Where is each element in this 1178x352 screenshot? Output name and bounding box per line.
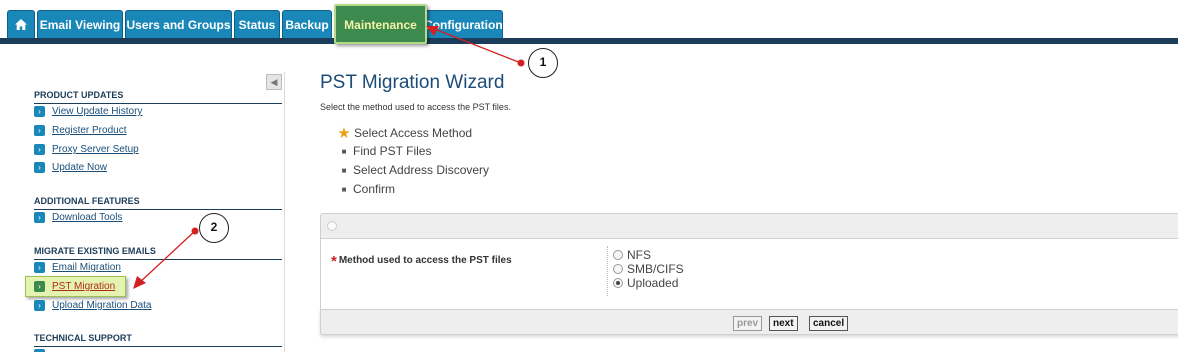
radio-button[interactable] xyxy=(613,264,623,274)
option-label: SMB/CIFS xyxy=(627,262,684,276)
required-marker: * xyxy=(331,253,337,270)
tab-maintenance[interactable]: Maintenance xyxy=(334,4,427,44)
sidebar-item-partial[interactable]: › xyxy=(34,347,52,352)
section-title-technical-support: TECHNICAL SUPPORT xyxy=(34,333,282,347)
radio-button[interactable] xyxy=(613,250,623,260)
sidebar-item-download-tools[interactable]: › Download Tools xyxy=(34,210,122,225)
wizard-step-current: ★ Select Access Method xyxy=(337,124,472,142)
prev-button[interactable]: prev xyxy=(733,316,763,331)
tab-configuration[interactable]: Configuration xyxy=(423,10,503,38)
arrow-bullet-icon: › xyxy=(34,212,45,223)
option-smb-cifs[interactable]: SMB/CIFS xyxy=(613,262,684,276)
sidebar-item-label: PST Migration xyxy=(52,281,116,292)
sidebar: ◀ PRODUCT UPDATES › View Update History … xyxy=(25,74,284,352)
arrow-bullet-icon: › xyxy=(34,144,45,155)
sidebar-item-label: Proxy Server Setup xyxy=(52,144,139,155)
arrow-bullet-icon: › xyxy=(34,300,45,311)
sidebar-item-label: Upload Migration Data xyxy=(52,300,152,311)
wizard-button-bar: prev next cancel xyxy=(320,309,1178,335)
sidebar-item-view-update-history[interactable]: › View Update History xyxy=(34,104,142,119)
arrow-bullet-icon: › xyxy=(34,281,45,292)
arrow-bullet-icon: › xyxy=(34,262,45,273)
options-divider xyxy=(607,246,608,296)
radio-button-selected[interactable] xyxy=(613,278,623,288)
nav-divider xyxy=(0,38,1178,44)
option-label: Uploaded xyxy=(627,276,679,290)
annotation-callout-2: 2 xyxy=(199,213,229,243)
option-label: NFS xyxy=(627,248,651,262)
cancel-button[interactable]: cancel xyxy=(809,316,849,331)
wizard-step: ■ Confirm xyxy=(337,182,395,196)
bullet-icon: ■ xyxy=(341,146,347,156)
tab-home[interactable] xyxy=(7,10,35,38)
sidebar-item-label: Download Tools xyxy=(52,212,123,223)
sidebar-item-update-now[interactable]: › Update Now xyxy=(34,160,107,175)
wizard-step: ■ Select Address Discovery xyxy=(337,163,489,177)
wizard-step-label: Select Access Method xyxy=(354,126,473,140)
wizard-step-label: Select Address Discovery xyxy=(353,163,490,177)
tab-status[interactable]: Status xyxy=(234,10,280,38)
method-form: * Method used to access the PST files NFS… xyxy=(320,239,1178,309)
section-title-additional-features: ADDITIONAL FEATURES xyxy=(34,196,282,210)
bullet-icon: ■ xyxy=(341,165,347,175)
sidebar-item-label: Register Product xyxy=(52,125,127,136)
page-subtitle: Select the method used to access the PST… xyxy=(320,102,511,112)
sidebar-item-proxy-server-setup[interactable]: › Proxy Server Setup xyxy=(34,142,139,157)
method-label-text: Method used to access the PST files xyxy=(338,255,512,266)
arrow-bullet-icon: › xyxy=(34,162,45,173)
wizard-step-label: Find PST Files xyxy=(353,144,432,158)
option-nfs[interactable]: NFS xyxy=(613,248,651,262)
option-uploaded[interactable]: Uploaded xyxy=(613,276,678,290)
wizard-panel-header xyxy=(320,213,1178,239)
collapse-left-icon[interactable]: ◀ xyxy=(266,74,282,90)
sidebar-divider xyxy=(284,72,285,352)
annotation-callout-1: 1 xyxy=(528,48,558,78)
tab-email-viewing[interactable]: Email Viewing xyxy=(37,10,123,38)
next-button[interactable]: next xyxy=(769,316,798,331)
method-field-label: * Method used to access the PST files xyxy=(331,250,512,270)
sidebar-item-label: Update Now xyxy=(52,162,108,173)
tab-backup[interactable]: Backup xyxy=(282,10,332,38)
home-icon xyxy=(15,19,27,30)
page-title: PST Migration Wizard xyxy=(320,72,505,93)
sidebar-item-register-product[interactable]: › Register Product xyxy=(34,123,126,138)
sidebar-item-label: View Update History xyxy=(52,106,143,117)
section-title-migrate-existing-emails: MIGRATE EXISTING EMAILS xyxy=(34,246,282,260)
star-icon: ★ xyxy=(337,125,351,142)
wizard-step: ■ Find PST Files xyxy=(337,144,432,158)
sidebar-item-upload-migration-data[interactable]: › Upload Migration Data xyxy=(34,298,152,313)
arrow-bullet-icon: › xyxy=(34,125,45,136)
sidebar-item-label: Email Migration xyxy=(52,262,121,273)
top-nav: Email Viewing Users and Groups Status Ba… xyxy=(0,0,1178,44)
bullet-icon: ■ xyxy=(341,184,347,194)
sidebar-item-pst-migration[interactable]: › PST Migration xyxy=(25,276,127,297)
wizard-step-label: Confirm xyxy=(353,182,396,196)
panel-radio-icon xyxy=(327,221,337,231)
sidebar-item-email-migration[interactable]: › Email Migration xyxy=(34,260,121,275)
tab-users-and-groups[interactable]: Users and Groups xyxy=(125,10,232,38)
arrow-bullet-icon: › xyxy=(34,106,45,117)
section-title-product-updates: PRODUCT UPDATES xyxy=(34,90,282,104)
